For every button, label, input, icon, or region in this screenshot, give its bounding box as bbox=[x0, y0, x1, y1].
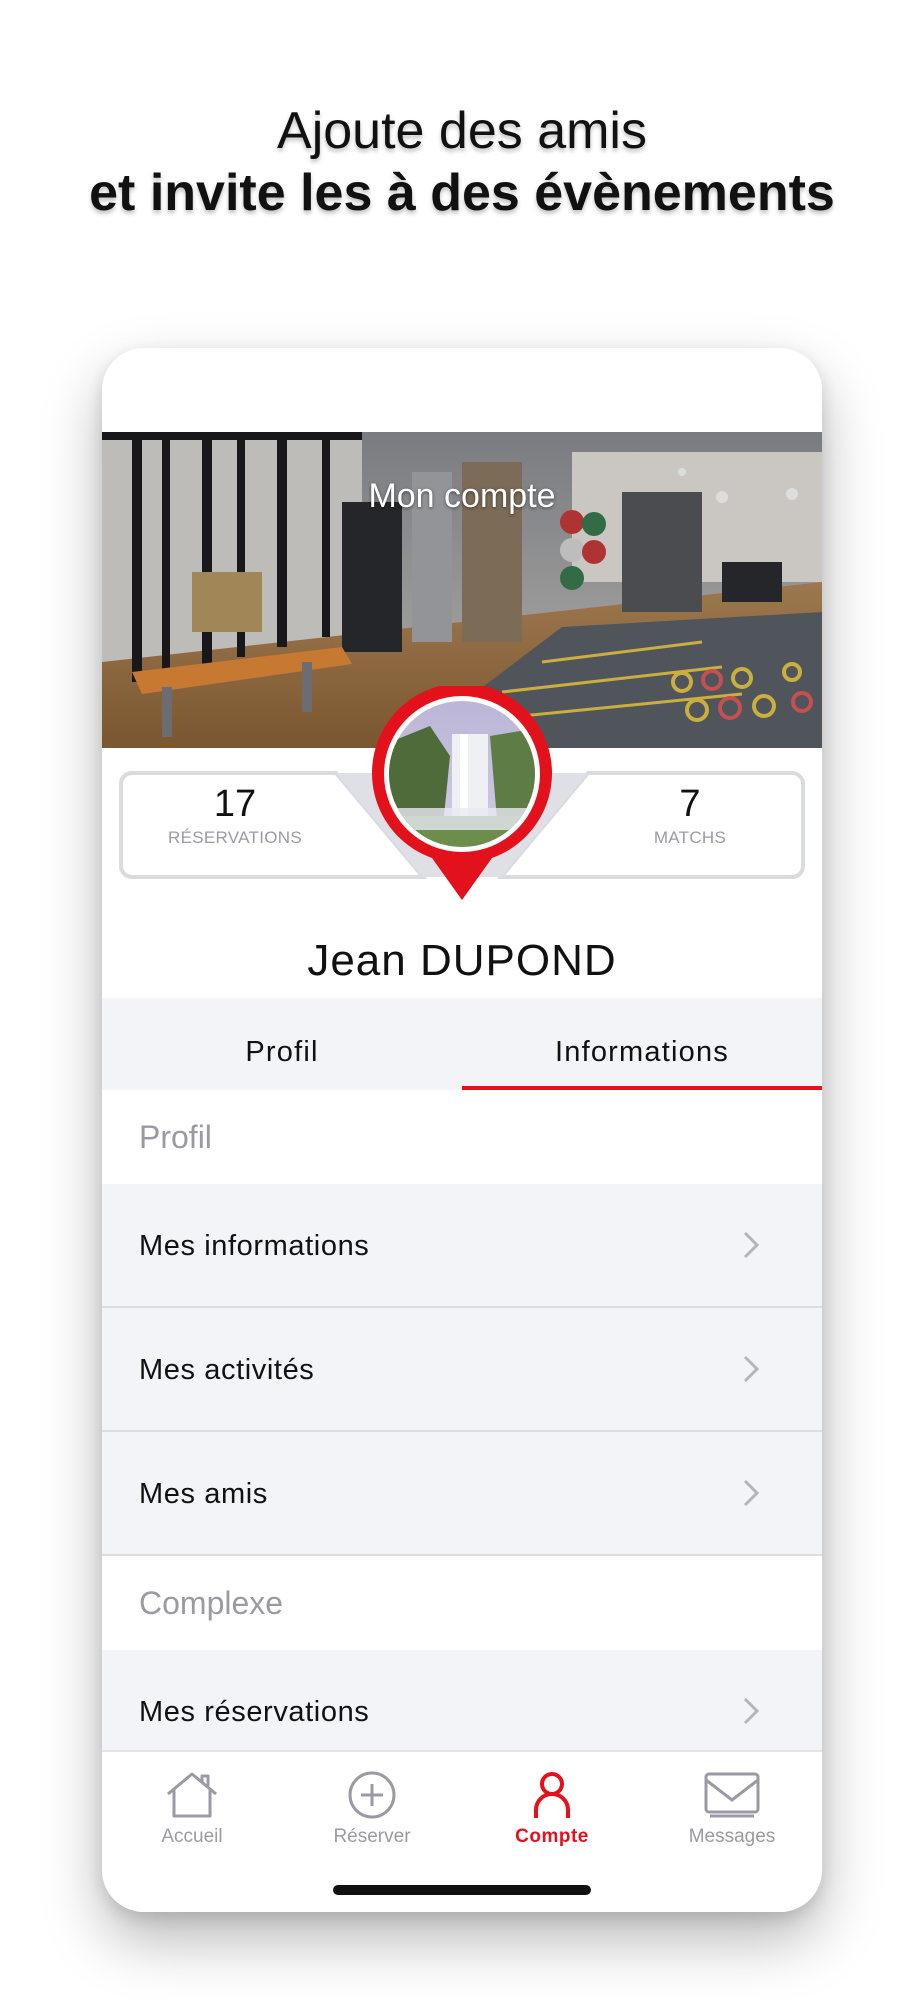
headline-line-2: et invite les à des évènements bbox=[89, 164, 835, 222]
nav-label: Compte bbox=[515, 1826, 589, 1847]
tab-bar: Profil Informations bbox=[102, 998, 822, 1090]
list-item-mes-amis[interactable]: Mes amis bbox=[102, 1432, 822, 1556]
section-header-complexe: Complexe bbox=[102, 1556, 822, 1650]
tab-informations[interactable]: Informations bbox=[462, 998, 822, 1090]
nav-compte[interactable]: Compte bbox=[462, 1770, 642, 1870]
nav-messages[interactable]: Messages bbox=[642, 1770, 822, 1870]
nav-label: Réserver bbox=[333, 1826, 411, 1847]
user-last-name: DUPOND bbox=[419, 936, 617, 985]
plus-circle-icon bbox=[348, 1771, 396, 1819]
list-item-label: Mes activités bbox=[139, 1354, 315, 1386]
headline-line-1: Ajoute des amis bbox=[277, 102, 647, 160]
page-title: Mon compte bbox=[368, 477, 556, 515]
nav-accueil[interactable]: Accueil bbox=[102, 1770, 282, 1870]
matchs-stat: 7 MATCHS bbox=[590, 782, 790, 848]
list-item-label: Mes informations bbox=[139, 1230, 370, 1262]
home-indicator[interactable] bbox=[333, 1885, 591, 1895]
user-icon bbox=[534, 1772, 570, 1818]
app-screenshot: Ajoute des amis et invite les à des évèn… bbox=[0, 0, 924, 2000]
chevron-right-icon bbox=[743, 1355, 760, 1383]
matchs-count: 7 bbox=[679, 783, 701, 825]
mail-icon bbox=[704, 1772, 760, 1818]
chevron-right-icon bbox=[743, 1479, 760, 1507]
list-item-mes-informations[interactable]: Mes informations bbox=[102, 1184, 822, 1308]
chevron-right-icon bbox=[743, 1231, 760, 1259]
phone-frame: Mon compte 17 RÉSERVATIONS 7 MATCHS Jean… bbox=[102, 348, 822, 1912]
user-name: Jean DUPOND bbox=[102, 936, 822, 986]
tab-profil[interactable]: Profil bbox=[102, 998, 462, 1090]
chevron-right-icon bbox=[743, 1697, 760, 1725]
section-header-profil: Profil bbox=[102, 1090, 822, 1184]
nav-reserver[interactable]: Réserver bbox=[282, 1770, 462, 1870]
list-item-label: Mes amis bbox=[139, 1478, 268, 1510]
avatar[interactable] bbox=[370, 686, 554, 904]
reservations-label: RÉSERVATIONS bbox=[168, 828, 302, 847]
matchs-label: MATCHS bbox=[653, 828, 727, 847]
reservations-stat: 17 RÉSERVATIONS bbox=[135, 782, 335, 848]
list-item-mes-activites[interactable]: Mes activités bbox=[102, 1308, 822, 1432]
user-first-name: Jean bbox=[307, 936, 407, 985]
nav-label: Messages bbox=[688, 1826, 776, 1847]
home-icon bbox=[167, 1772, 217, 1818]
nav-label: Accueil bbox=[161, 1826, 223, 1847]
promo-headline: Ajoute des amis et invite les à des évèn… bbox=[0, 100, 924, 224]
reservations-count: 17 bbox=[213, 783, 257, 825]
